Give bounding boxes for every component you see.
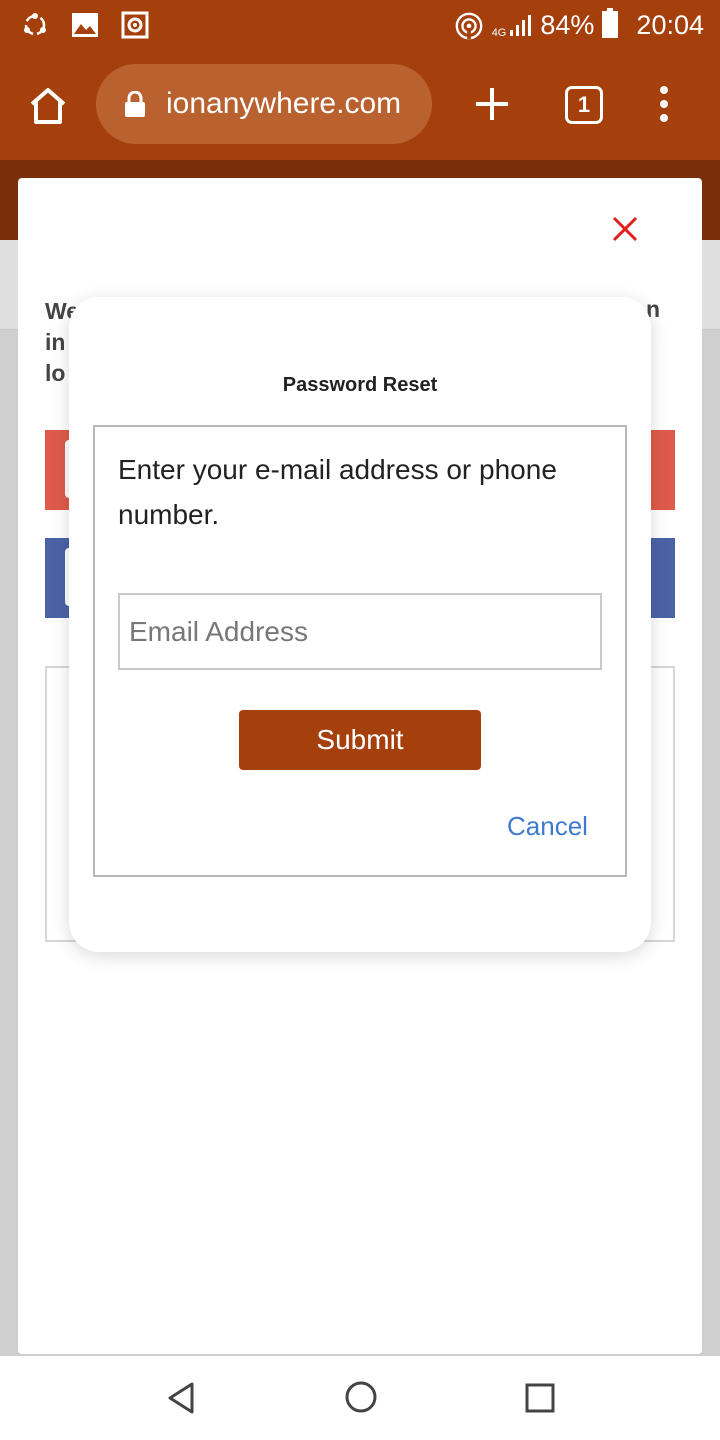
home-icon[interactable] bbox=[26, 84, 70, 128]
reset-instructions: Enter your e-mail address or phone numbe… bbox=[118, 454, 557, 530]
recents-icon[interactable] bbox=[524, 1382, 556, 1414]
tabs-icon[interactable]: 1 bbox=[565, 86, 603, 124]
lock-icon bbox=[124, 90, 146, 117]
back-icon[interactable] bbox=[164, 1380, 198, 1416]
image-icon bbox=[70, 10, 100, 40]
browser-toolbar: ionanywhere.com 1 bbox=[0, 52, 720, 160]
url-bar[interactable]: ionanywhere.com bbox=[96, 64, 432, 144]
menu-icon[interactable] bbox=[650, 82, 678, 126]
submit-button[interactable]: Submit bbox=[239, 710, 481, 770]
signal-icon: 4G bbox=[492, 14, 533, 38]
plus-icon[interactable] bbox=[470, 82, 514, 126]
url-text: ionanywhere.com bbox=[166, 87, 402, 120]
close-icon[interactable] bbox=[610, 214, 640, 244]
clock: 20:04 bbox=[636, 10, 704, 40]
system-nav-bar bbox=[0, 1356, 720, 1440]
battery-icon bbox=[602, 8, 619, 43]
camera-icon bbox=[120, 10, 150, 40]
cancel-link[interactable]: Cancel bbox=[507, 811, 588, 842]
sync-icon bbox=[20, 10, 50, 40]
network-type: 4G bbox=[491, 26, 507, 39]
reset-form-box: Enter your e-mail address or phone numbe… bbox=[93, 425, 627, 877]
password-reset-dialog: Password Reset Enter your e-mail address… bbox=[69, 297, 651, 952]
battery-percent: 84% bbox=[540, 10, 595, 40]
home-circle-icon[interactable] bbox=[344, 1380, 378, 1414]
status-bar: 4G 84% 20:04 bbox=[0, 0, 720, 52]
email-field[interactable] bbox=[118, 593, 602, 670]
hotspot-icon bbox=[454, 11, 484, 41]
dialog-title: Password Reset bbox=[282, 374, 438, 396]
